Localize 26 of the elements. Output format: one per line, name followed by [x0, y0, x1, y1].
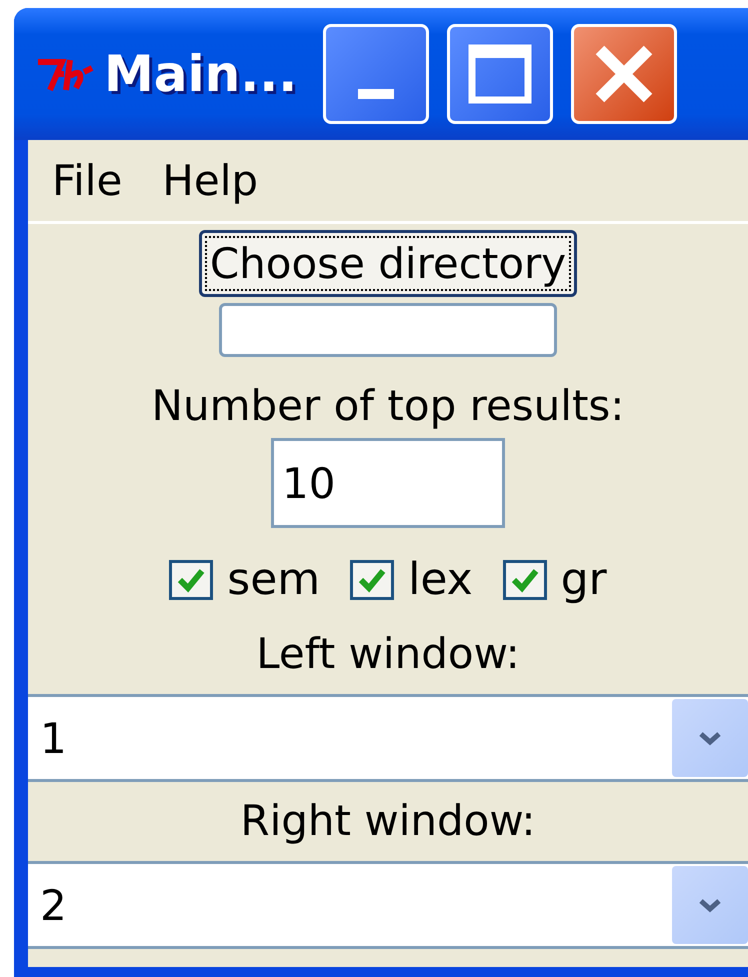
checkbox[interactable]: [169, 560, 214, 600]
minimize-icon: [358, 89, 394, 99]
checkbox[interactable]: [502, 560, 547, 600]
maximize-icon: [468, 44, 532, 104]
close-button[interactable]: [571, 24, 678, 124]
checkbox-label: gr: [560, 554, 607, 605]
checkbox-label: sem: [227, 554, 320, 605]
menu-item[interactable]: Help: [162, 156, 258, 205]
maximize-button[interactable]: [447, 24, 554, 124]
number-field[interactable]: 10: [271, 438, 505, 528]
chevron-down-icon: [698, 897, 722, 913]
dropdown[interactable]: 2: [28, 861, 748, 949]
field-label: Left window:: [256, 629, 520, 678]
dropdown[interactable]: 1: [28, 694, 748, 782]
window-title: Main...: [104, 45, 298, 103]
chevron-down-icon: [698, 730, 722, 746]
checkbox-label: lex: [408, 554, 473, 605]
minimize-button[interactable]: [323, 24, 430, 124]
choose-directory-button[interactable]: Choose directory: [198, 230, 578, 297]
field-label: Right window:: [240, 796, 536, 845]
checkbox[interactable]: [350, 560, 394, 600]
dropdown-value: 1: [39, 714, 67, 762]
field-label: Number of top results:: [152, 381, 624, 430]
directory-field[interactable]: [219, 303, 557, 357]
menu-item[interactable]: File: [52, 156, 122, 205]
dropdown-value: 2: [39, 880, 67, 930]
